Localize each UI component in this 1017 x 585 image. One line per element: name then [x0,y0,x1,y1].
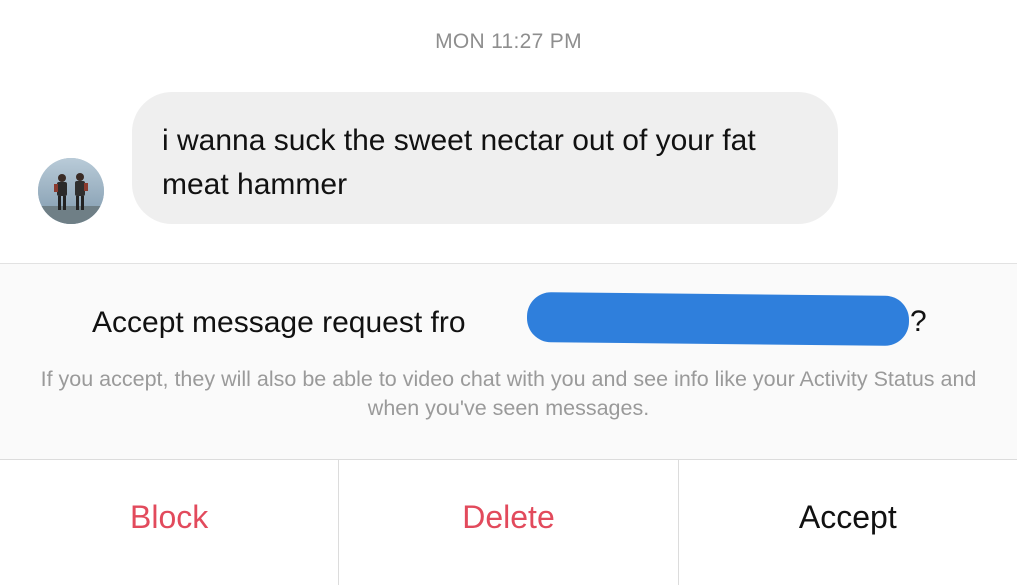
request-title: Accept message request fro [92,306,466,339]
request-title-suffix: ? [910,305,927,338]
message-request-panel: Accept message request fro If you accept… [0,263,1017,460]
request-description: If you accept, they will also be able to… [40,367,977,420]
message-request-screen: MON 11:27 PM i wanna suck the sweet nect… [0,0,1017,585]
request-actions: Block Delete Accept [0,460,1017,585]
avatar-photo-icon [38,158,104,224]
redaction-mark [526,292,910,346]
message-text: i wanna suck the sweet nectar out of you… [162,124,756,201]
sender-avatar[interactable] [38,158,104,224]
delete-button[interactable]: Delete [339,460,679,585]
message-timestamp: MON 11:27 PM [435,30,582,53]
message-bubble[interactable]: i wanna suck the sweet nectar out of you… [132,92,838,224]
accept-button[interactable]: Accept [679,460,1017,585]
block-button[interactable]: Block [0,460,340,585]
